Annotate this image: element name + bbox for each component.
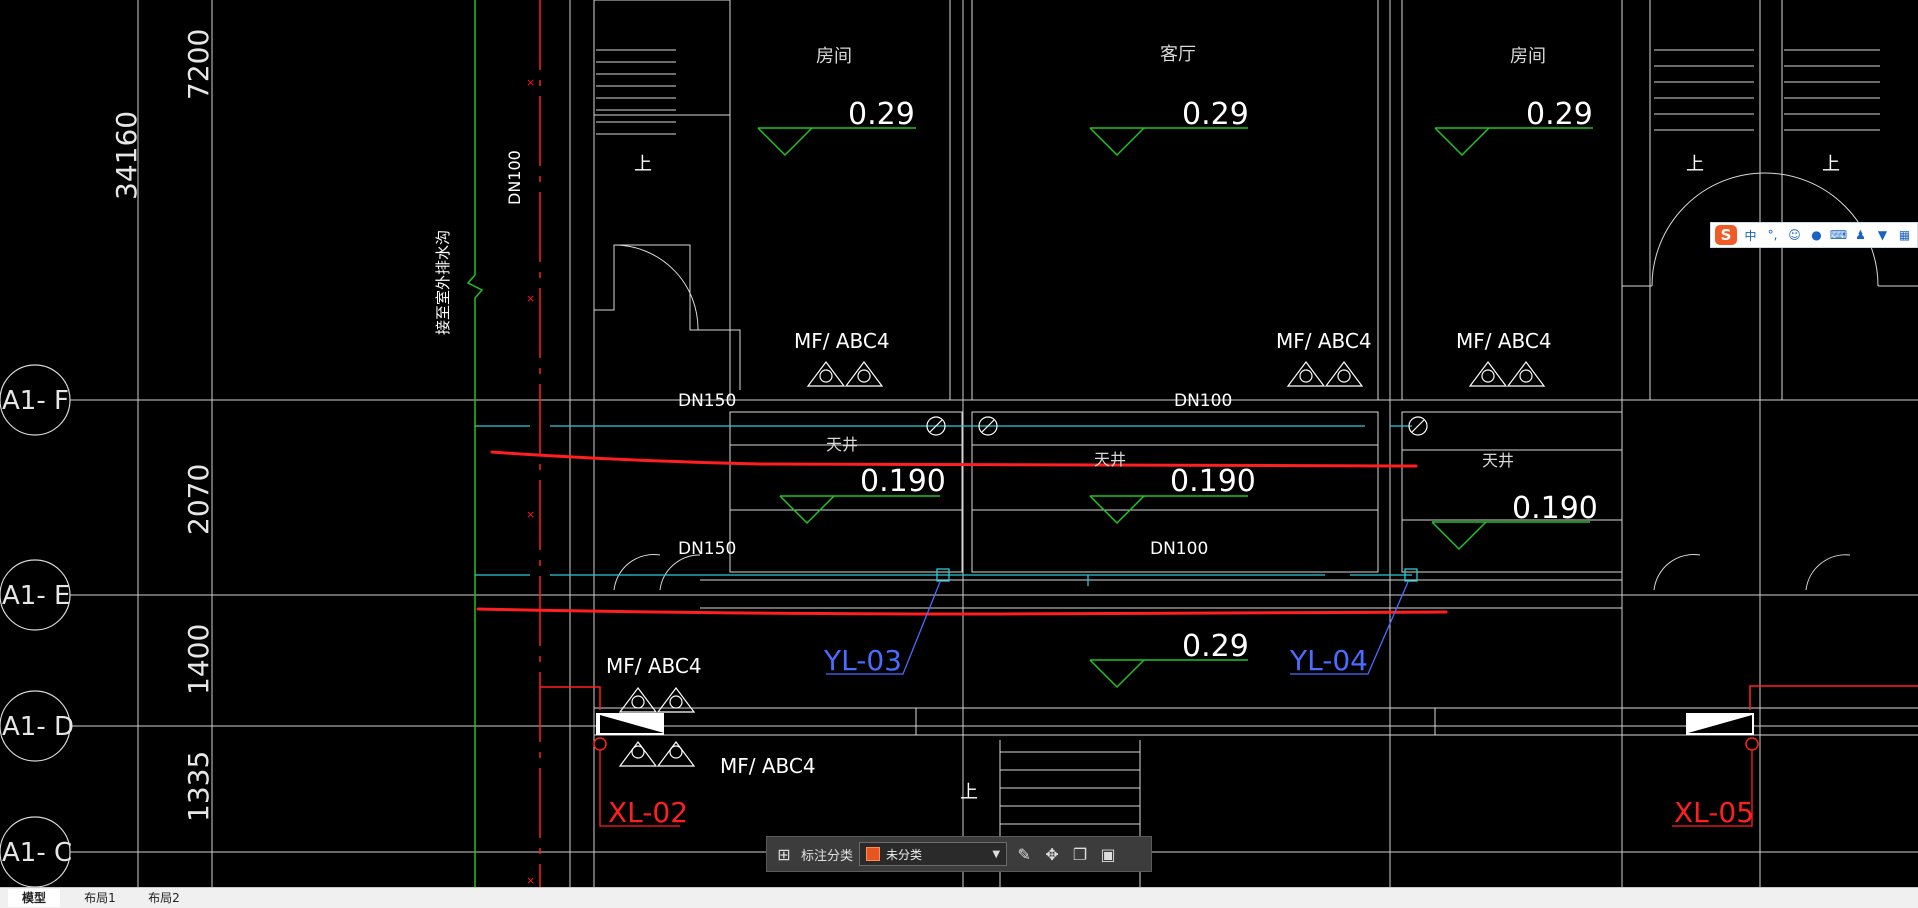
drain-line	[466, 0, 484, 887]
axis-label-c: A1- C	[2, 838, 72, 868]
copy-icon[interactable]: ❐	[1069, 843, 1091, 865]
edit-icon[interactable]: ✎	[1013, 843, 1035, 865]
skin-shirt-icon[interactable]: ▼	[1874, 227, 1891, 244]
dim-1400: 1400	[182, 624, 215, 695]
pipe-dn100-bottom: DN100	[1150, 539, 1208, 559]
shaft-label-3: 天井	[1482, 451, 1514, 470]
layout-tab-bar: 模型 布局1 布局2	[0, 887, 1918, 908]
pipe-dn150-top: DN150	[678, 391, 736, 411]
user-icon[interactable]: ♟	[1852, 227, 1869, 244]
annotation-category-value: 未分类	[886, 847, 923, 862]
tab-layout2[interactable]: 布局2	[136, 889, 192, 907]
stair-up-2: 上	[1686, 154, 1704, 175]
svg-text:×: ×	[526, 874, 535, 887]
tab-layout1[interactable]: 布局1	[72, 889, 128, 907]
room-labels: 房间 客厅 房间	[816, 44, 1546, 67]
elev-shaft-1: 0.190	[860, 464, 946, 499]
axis-label-d: A1- D	[2, 712, 74, 742]
dimension-texts: 34160 7200 2070 1400 1335	[110, 29, 215, 822]
elev-room-right: 0.29	[1526, 97, 1593, 132]
shaft-label-1: 天井	[826, 435, 858, 454]
drain-note: 接至室外排水沟	[434, 230, 452, 335]
annotation-category-select[interactable]: 未分类 ▼	[859, 842, 1008, 866]
room-right-label: 房间	[1510, 46, 1546, 67]
dim-1335: 1335	[182, 751, 215, 822]
ime-punct-toggle[interactable]: °,	[1764, 227, 1781, 244]
svg-text:×: ×	[526, 292, 535, 305]
sogou-logo-icon[interactable]: S	[1715, 225, 1737, 245]
category-color-swatch	[866, 847, 881, 861]
cad-drawing-canvas[interactable]: A1- F A1- E A1- D A1- C 34160 7200 2070 …	[0, 0, 1918, 887]
cyan-pipes	[475, 425, 1418, 586]
annotation-toolbar: ⊞ 标注分类 未分类 ▼ ✎ ✥ ❐ ▣	[766, 836, 1152, 872]
pipe-dn150-bottom: DN150	[678, 539, 736, 559]
ime-mode-toggle[interactable]: 中	[1742, 227, 1759, 244]
riser-xl-05: XL-05	[1674, 796, 1754, 829]
room-living-label: 客厅	[1160, 44, 1196, 65]
tab-model[interactable]: 模型	[8, 889, 60, 907]
dim-total: 34160	[110, 111, 143, 200]
stair-up-4: 上	[960, 782, 978, 803]
extinguisher-labels: MF/ ABC4 MF/ ABC4 MF/ ABC4 MF/ ABC4 MF/ …	[606, 329, 1552, 778]
ime-toolbar[interactable]: S 中 °, ☺ ● ⌨ ♟ ▼ ▦	[1710, 222, 1918, 248]
shaft-label-2: 天井	[1094, 450, 1126, 469]
grid-apps-icon[interactable]: ⊞	[773, 843, 795, 865]
elev-shaft-3: 0.190	[1512, 491, 1598, 526]
ext-label-1: MF/ ABC4	[794, 329, 890, 353]
emoji-icon[interactable]: ☺	[1786, 227, 1803, 244]
axis-label-f: A1- F	[2, 386, 69, 416]
red-outline-lines	[540, 685, 1918, 710]
pipe-label-vertical: DN100	[505, 150, 524, 205]
svg-text:×: ×	[526, 508, 535, 521]
dim-2070: 2070	[182, 464, 215, 535]
elev-living: 0.29	[1182, 97, 1249, 132]
stair-up-3: 上	[1822, 154, 1840, 175]
pipe-dn100-top: DN100	[1174, 391, 1232, 411]
grid-axis-bubbles	[0, 364, 71, 887]
annotation-category-label: 标注分类	[801, 848, 854, 864]
microphone-icon[interactable]: ●	[1808, 227, 1825, 244]
grid-axis-labels: A1- F A1- E A1- D A1- C	[2, 386, 74, 868]
axis-label-e: A1- E	[2, 581, 70, 611]
riser-yl-03: YL-03	[823, 644, 902, 677]
paste-icon[interactable]: ▣	[1097, 843, 1119, 865]
room-left-label: 房间	[816, 46, 852, 67]
move-icon[interactable]: ✥	[1041, 843, 1063, 865]
grid-lines	[70, 0, 1918, 887]
red-pipe-markers: × × × ×	[526, 76, 535, 887]
hydrant-cabinets	[593, 713, 1759, 751]
keyboard-icon[interactable]: ⌨	[1830, 227, 1847, 244]
elev-room-left: 0.29	[848, 97, 915, 132]
ext-label-2: MF/ ABC4	[1276, 329, 1372, 353]
riser-labels-red: XL-02 XL-05	[608, 796, 1754, 829]
dim-7200: 7200	[182, 29, 215, 100]
pipe-size-labels: DN150 DN100 DN150 DN100	[678, 391, 1232, 559]
toolbox-icon[interactable]: ▦	[1896, 227, 1913, 244]
extinguisher-symbols	[618, 361, 1546, 767]
riser-yl-04: YL-04	[1289, 644, 1368, 677]
svg-text:×: ×	[526, 76, 535, 89]
riser-xl-02: XL-02	[608, 796, 688, 829]
ext-label-4: MF/ ABC4	[606, 654, 702, 678]
ext-label-5: MF/ ABC4	[720, 754, 816, 778]
elevation-values: 0.29 0.29 0.29 0.190 0.190 0.190 0.29	[848, 97, 1598, 664]
ext-label-3: MF/ ABC4	[1456, 329, 1552, 353]
elev-corridor: 0.29	[1182, 629, 1249, 664]
chevron-down-icon: ▼	[992, 848, 1001, 860]
elev-shaft-2: 0.190	[1170, 464, 1256, 499]
stair-up-1: 上	[634, 154, 652, 175]
